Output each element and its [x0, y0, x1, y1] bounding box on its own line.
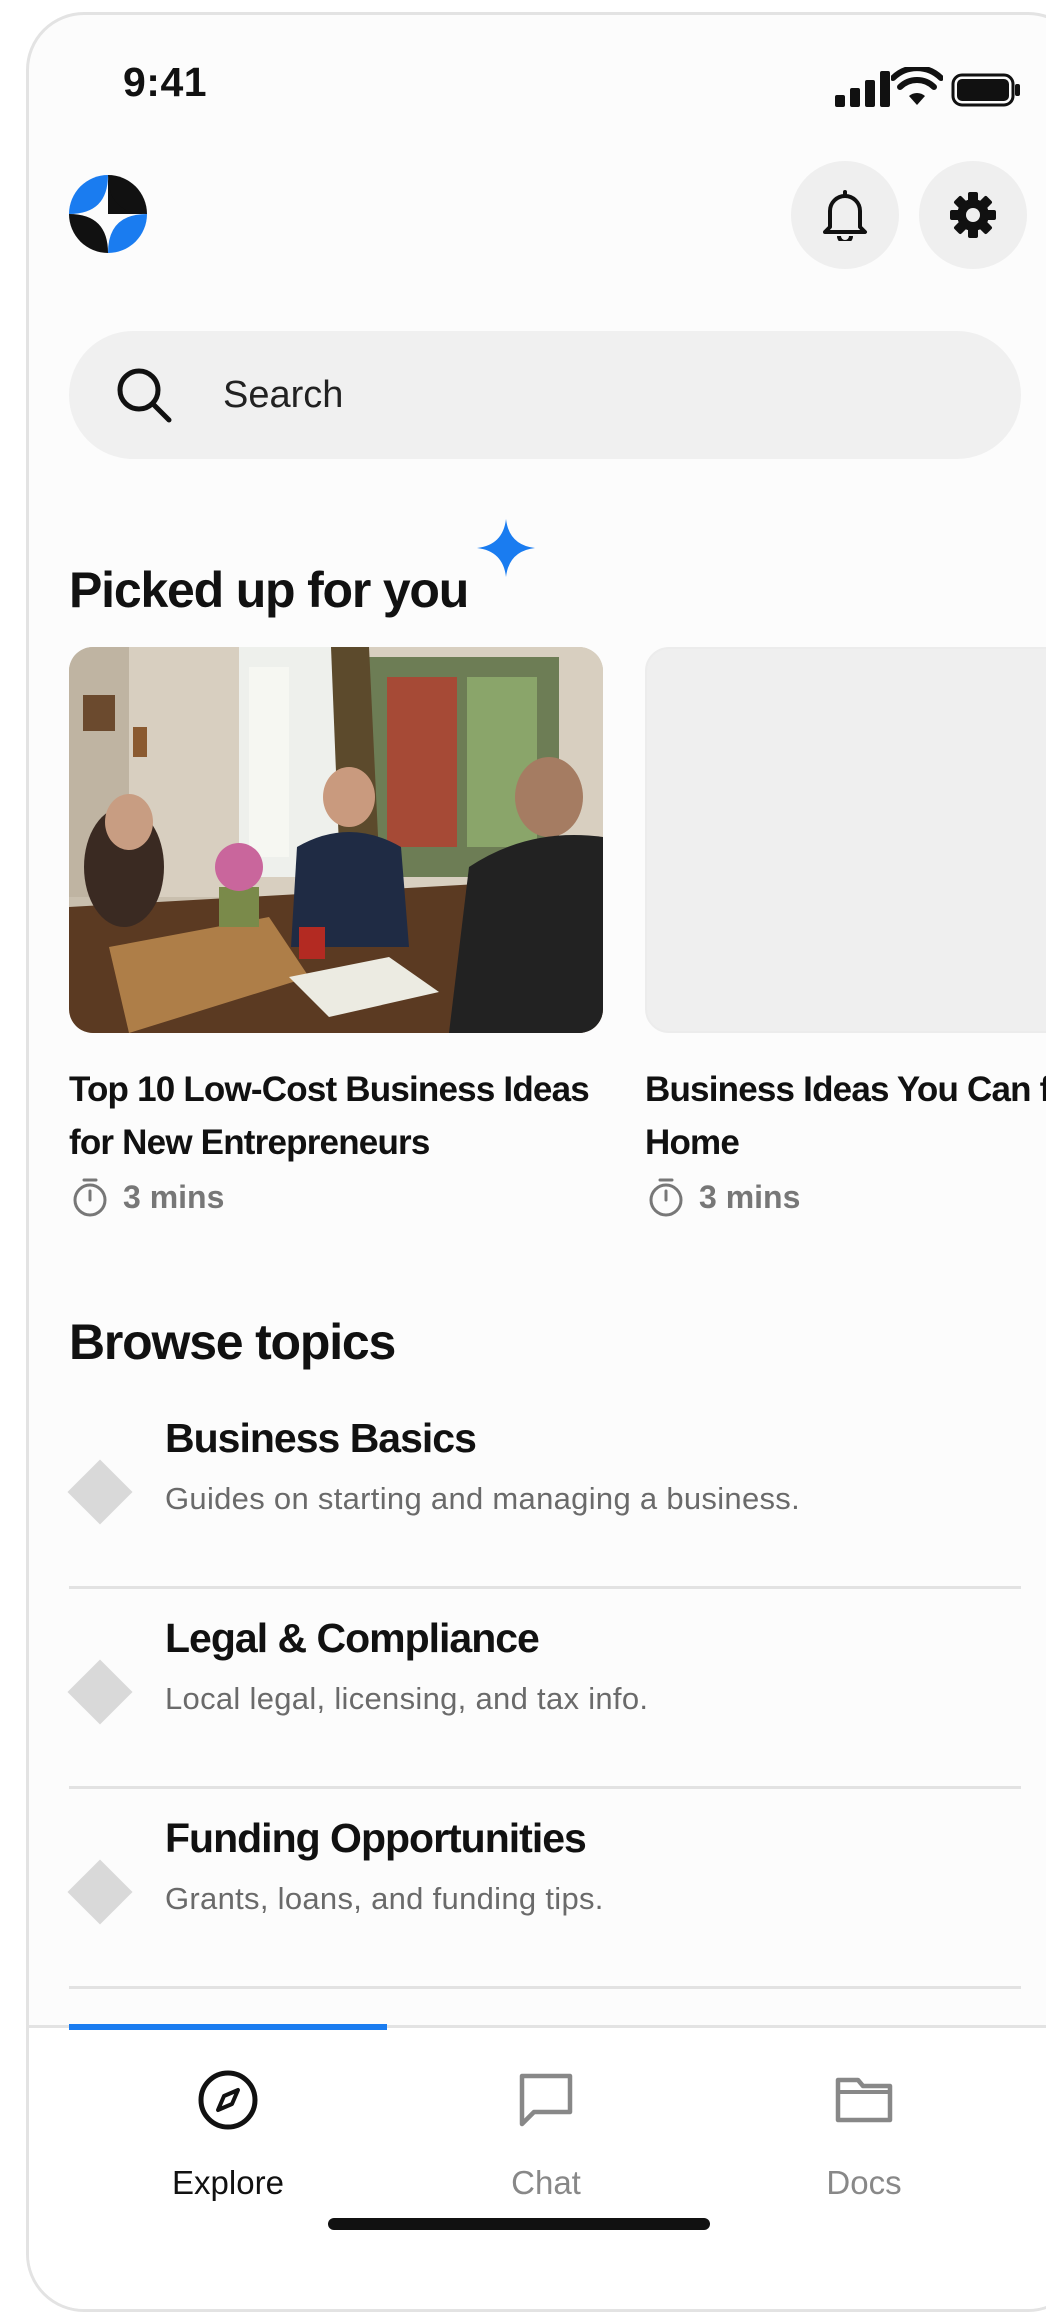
browse-section-title: Browse topics — [69, 1314, 396, 1370]
topic-description: Local legal, licensing, and tax info. — [165, 1681, 649, 1716]
compass-icon — [198, 2070, 258, 2130]
cellular-signal-icon — [835, 71, 890, 107]
battery-icon — [951, 73, 1020, 107]
article-read-time: 3 mins — [647, 1177, 800, 1217]
tab-chat[interactable]: Chat — [387, 2068, 705, 2202]
folder-icon — [835, 2077, 893, 2123]
gear-icon — [950, 192, 996, 238]
chat-bubble-icon — [519, 2073, 573, 2127]
four-point-star-logo-icon — [69, 175, 147, 253]
article-card-image-placeholder[interactable] — [645, 647, 1046, 1033]
home-indicator — [328, 2218, 710, 2230]
tab-label: Chat — [511, 2164, 581, 2201]
status-time: 9:41 — [123, 59, 208, 105]
tab-label: Docs — [826, 2164, 902, 2201]
topic-diamond-icon — [67, 1659, 133, 1725]
bottom-tab-bar: Explore Chat Docs — [29, 2024, 1046, 2309]
search-input[interactable] — [221, 372, 925, 418]
article-card-title[interactable]: Business Ideas You Can from Home — [645, 1063, 1046, 1169]
search-icon — [117, 368, 172, 423]
meeting-photo — [69, 647, 603, 1033]
tab-label: Explore — [172, 2164, 284, 2201]
article-card-title[interactable]: Top 10 Low-Cost Business Ideas for New E… — [69, 1063, 629, 1169]
search-bar[interactable] — [69, 331, 1021, 459]
topic-title: Legal & Compliance — [165, 1615, 540, 1661]
topic-item-business-basics[interactable]: Business Basics Guides on starting and m… — [67, 1389, 1021, 1589]
sparkle-icon — [477, 519, 535, 577]
tab-explore[interactable]: Explore — [69, 2068, 387, 2202]
article-card-image[interactable] — [69, 647, 603, 1033]
topic-title: Business Basics — [165, 1415, 477, 1461]
app-screen: 9:41 Search Picked up for you Top 10 Low… — [26, 12, 1046, 2312]
read-time-label: 3 mins — [123, 1178, 225, 1215]
tab-docs[interactable]: Docs — [705, 2068, 1023, 2202]
timer-icon — [73, 1178, 107, 1217]
wifi-icon — [891, 67, 943, 105]
topic-item-funding-opportunities[interactable]: Funding Opportunities Grants, loans, and… — [67, 1789, 1021, 1989]
read-time-label: 3 mins — [699, 1178, 801, 1215]
topic-diamond-icon — [67, 1859, 133, 1925]
topic-title: Funding Opportunities — [165, 1815, 587, 1861]
article-read-time: 3 mins — [71, 1177, 224, 1217]
timer-icon — [649, 1178, 683, 1217]
notifications-button[interactable] — [791, 161, 899, 269]
topic-item-legal-compliance[interactable]: Legal & Compliance Local legal, licensin… — [67, 1589, 1021, 1789]
picked-section-title: Picked up for you — [69, 562, 469, 618]
bell-icon — [823, 190, 867, 241]
topic-description: Grants, loans, and funding tips. — [165, 1881, 604, 1916]
topic-diamond-icon — [67, 1459, 133, 1525]
topic-description: Guides on starting and managing a busine… — [165, 1481, 801, 1516]
settings-button[interactable] — [919, 161, 1027, 269]
active-tab-indicator — [69, 2024, 387, 2030]
